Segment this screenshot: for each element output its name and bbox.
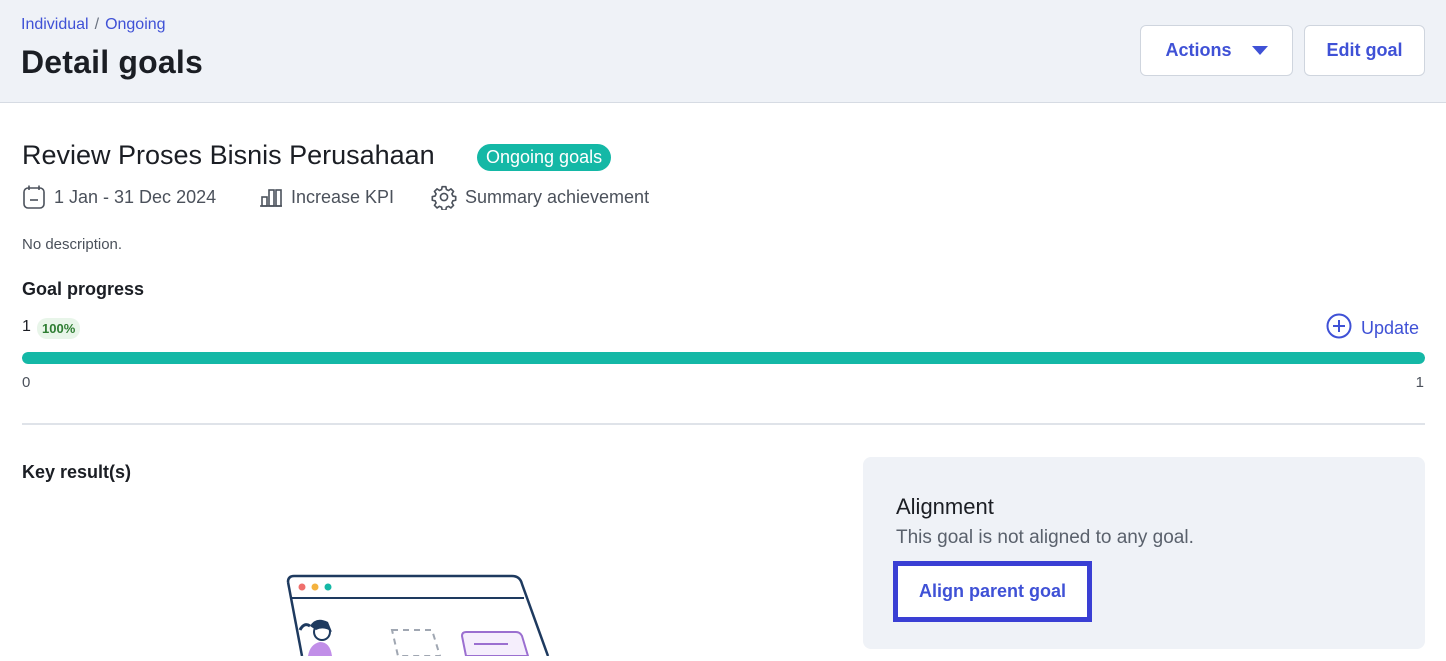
goal-progress-fill (22, 352, 1425, 364)
page-header: Individual / Ongoing Detail goals Action… (0, 0, 1446, 103)
alignment-heading: Alignment (896, 494, 994, 519)
key-results-heading: Key result(s) (22, 462, 132, 482)
edit-goal-label: Edit goal (1326, 40, 1403, 60)
breadcrumb: Individual / Ongoing (21, 16, 166, 34)
update-label: Update (1361, 317, 1420, 338)
goal-period-text: 1 Jan - 31 Dec 2024 (54, 186, 217, 207)
goal-type: Increase KPI (259, 183, 394, 211)
progress-percent-badge: 100% (37, 318, 81, 339)
status-badge: Ongoing goals (477, 144, 612, 171)
calendar-icon (22, 184, 46, 210)
page-title: Detail goals (21, 44, 204, 80)
edit-goal-button[interactable]: Edit goal (1304, 25, 1425, 76)
breadcrumb-separator: / (94, 16, 100, 33)
actions-dropdown-button[interactable]: Actions (1140, 25, 1293, 76)
bar-chart-icon (259, 186, 283, 208)
empty-state-illustration (280, 570, 560, 661)
goal-progress-heading: Goal progress (22, 279, 145, 299)
breadcrumb-individual[interactable]: Individual (21, 16, 89, 34)
alignment-status-text: This goal is not aligned to any goal. (896, 527, 1194, 548)
progress-current-value: 1 (22, 318, 31, 335)
section-divider (22, 423, 1425, 425)
update-progress-button[interactable]: Update (1326, 313, 1420, 344)
chevron-down-icon (1251, 46, 1268, 55)
gear-icon (431, 184, 457, 210)
actions-label: Actions (1165, 40, 1232, 60)
goal-period: 1 Jan - 31 Dec 2024 (22, 183, 216, 211)
goal-method-text: Summary achievement (465, 186, 650, 207)
progress-min-label: 0 (22, 374, 31, 391)
goal-progress-bar (22, 352, 1425, 364)
alignment-card: Alignment This goal is not aligned to an… (863, 457, 1425, 649)
goal-title: Review Proses Bisnis Perusahaan (22, 140, 435, 170)
plus-circle-icon (1326, 313, 1352, 344)
progress-max-label: 1 (1415, 374, 1424, 391)
goal-type-text: Increase KPI (291, 186, 395, 207)
goal-description: No description. (22, 236, 123, 253)
align-parent-goal-button[interactable]: Align parent goal (893, 561, 1092, 622)
breadcrumb-ongoing[interactable]: Ongoing (105, 16, 166, 34)
goal-method: Summary achievement (431, 183, 649, 211)
